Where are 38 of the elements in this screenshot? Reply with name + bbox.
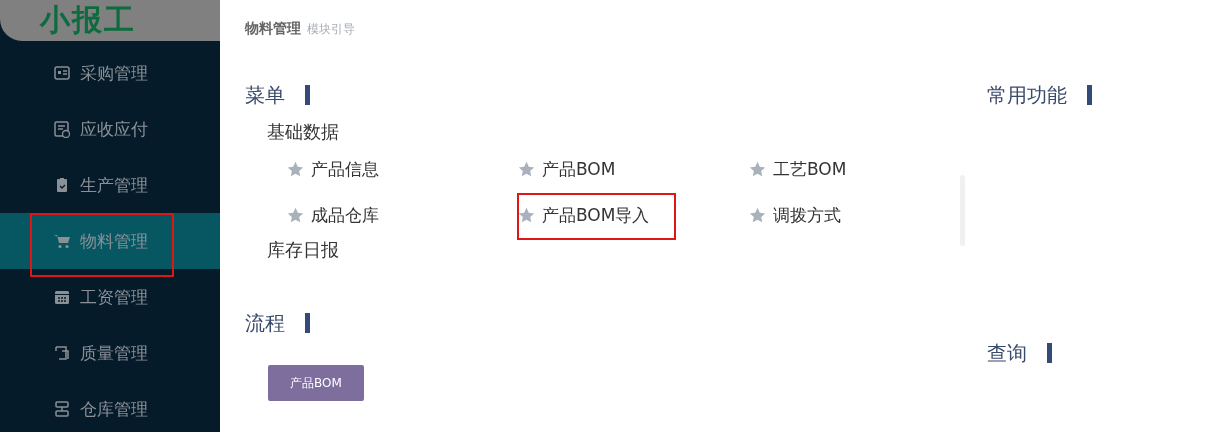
menu-link[interactable]: 产品BOM xyxy=(518,156,616,182)
star-icon xyxy=(749,160,766,178)
star-icon xyxy=(518,206,535,224)
star-icon xyxy=(287,206,304,224)
sidebar-item[interactable]: 工资管理 xyxy=(0,269,220,325)
page-title: 物料管理 xyxy=(245,20,301,38)
logo-text: 小报工 xyxy=(40,1,136,39)
title-bar-marker xyxy=(1087,85,1092,105)
menu-icon xyxy=(53,400,71,418)
section-title: 常用功能 xyxy=(987,81,1067,109)
sidebar-item[interactable]: 仓库管理 xyxy=(0,381,220,432)
menu-link[interactable]: 工艺BOM xyxy=(749,156,847,182)
menu-link[interactable]: 产品信息 xyxy=(287,156,379,182)
sidebar-item[interactable]: 生产管理 xyxy=(0,157,220,213)
menu-icon xyxy=(53,288,71,306)
sidebar-item[interactable]: 质量管理 xyxy=(0,325,220,381)
title-bar-marker xyxy=(305,313,310,333)
title-bar-marker xyxy=(305,85,310,105)
flow-button[interactable]: 产品BOM xyxy=(268,365,364,401)
menu-link[interactable]: 调拨方式 xyxy=(749,202,841,228)
group-title: 库存日报 xyxy=(267,238,340,262)
menu-icon xyxy=(53,232,71,250)
star-icon xyxy=(518,160,535,178)
menu-icon xyxy=(53,120,71,138)
section-title: 查询 xyxy=(987,339,1027,367)
menu-link[interactable]: 成品仓库 xyxy=(287,202,379,228)
page-subtitle: 模块引导 xyxy=(307,21,355,38)
section-title: 流程 xyxy=(245,309,285,337)
star-icon xyxy=(749,206,766,224)
title-bar-marker xyxy=(1047,343,1052,363)
menu-icon xyxy=(53,64,71,82)
star-icon xyxy=(287,160,304,178)
sidebar-item[interactable]: 应收应付 xyxy=(0,101,220,157)
menu-link[interactable]: 产品BOM导入 xyxy=(518,202,650,228)
sidebar-item[interactable]: 采购管理 xyxy=(0,45,220,101)
group-title: 基础数据 xyxy=(267,120,340,144)
menu-icon xyxy=(53,344,71,362)
section-title: 菜单 xyxy=(245,81,285,109)
